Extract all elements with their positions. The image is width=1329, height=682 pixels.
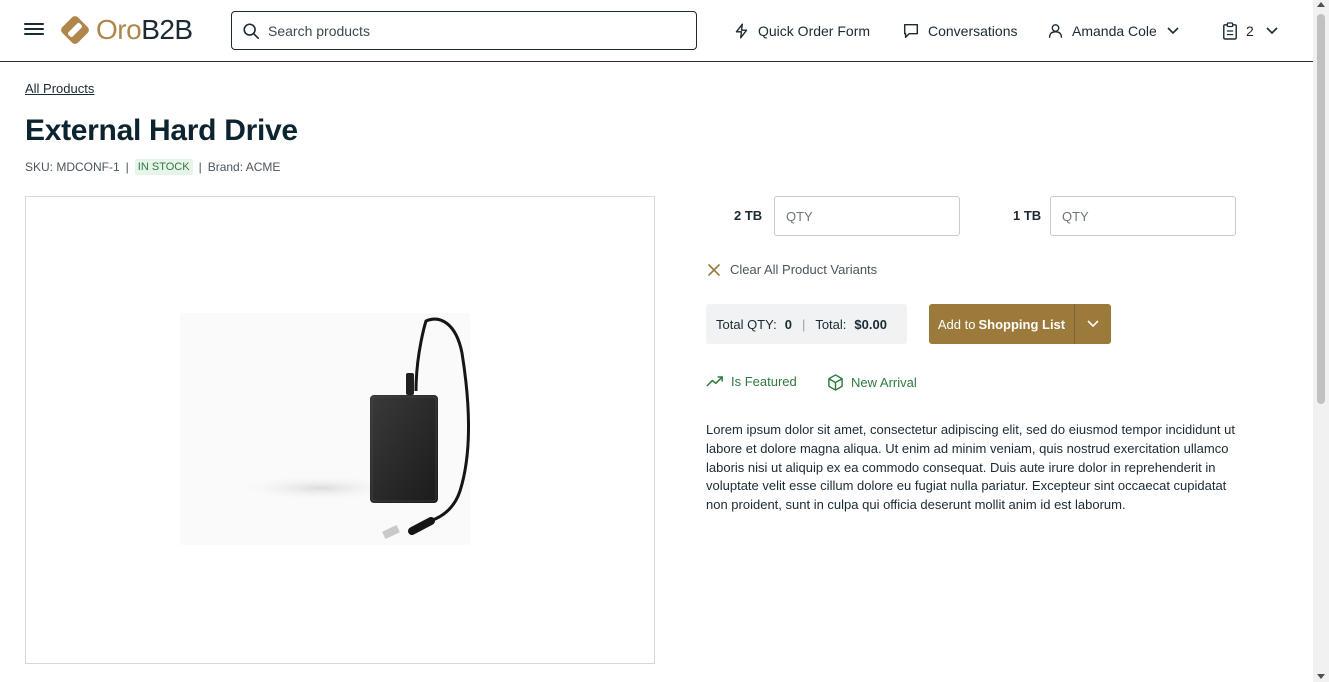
quick-order-link[interactable]: Quick Order Form <box>733 20 870 42</box>
close-icon <box>708 263 720 276</box>
user-name: Amanda Cole <box>1072 23 1157 39</box>
label-new-arrival: New Arrival <box>827 374 917 391</box>
total-value: $0.00 <box>854 316 887 332</box>
page-title: External Hard Drive <box>25 114 298 147</box>
variant-label-1tb: 1 TB <box>1013 208 1042 223</box>
logo-text: OroB2B <box>96 14 193 45</box>
vertical-scrollbar[interactable] <box>1313 0 1329 682</box>
divider: | <box>801 316 806 332</box>
chevron-down-icon <box>1266 27 1278 35</box>
scroll-up-arrow[interactable] <box>1317 2 1325 7</box>
add-to-prefix: Add to <box>937 316 976 332</box>
trending-up-icon <box>706 376 723 387</box>
separator: | <box>125 160 129 174</box>
sku: SKU: MDCONF-1 <box>25 160 120 174</box>
qty-input-2tb[interactable] <box>774 196 960 236</box>
total-qty-value: 0 <box>784 316 792 332</box>
scroll-thumb[interactable] <box>1317 14 1325 404</box>
product-image[interactable] <box>180 313 470 545</box>
add-to-target: Shopping List <box>978 316 1066 332</box>
total-label: Total: <box>815 316 847 332</box>
conversations-link[interactable]: Conversations <box>902 20 1018 42</box>
search-input[interactable] <box>268 22 668 39</box>
scroll-down-arrow[interactable] <box>1317 674 1325 679</box>
separator: | <box>198 160 202 174</box>
add-to-shopping-list-button[interactable]: Add to Shopping List <box>929 304 1074 344</box>
brand: Brand: ACME <box>207 160 281 174</box>
label-is-featured: Is Featured <box>706 374 797 389</box>
product-description: Lorem ipsum dolor sit amet, consectetur … <box>706 422 1235 513</box>
status-badge: In Stock <box>134 159 193 175</box>
variant-label-2tb: 2 TB <box>734 208 763 223</box>
totals-box: Total QTY: 0 | Total: $0.00 <box>706 304 907 344</box>
site-header: OroB2B Quick Order Form Conversations Am… <box>0 0 1313 62</box>
chevron-down-icon <box>1167 27 1179 35</box>
conversations-label: Conversations <box>928 23 1018 39</box>
search-icon[interactable] <box>242 22 260 40</box>
package-icon <box>828 374 843 391</box>
logo[interactable]: OroB2B <box>60 14 193 46</box>
chevron-down-icon <box>1087 320 1099 328</box>
total-qty-label: Total QTY: <box>716 316 777 332</box>
product-gallery[interactable] <box>25 196 655 664</box>
user-icon <box>1048 24 1063 38</box>
shopping-list-widget[interactable]: 2 <box>1222 20 1278 42</box>
logo-mark-icon <box>61 16 89 44</box>
clipboard-icon <box>1223 22 1237 40</box>
shopping-list-dropdown-button[interactable] <box>1074 304 1111 344</box>
product-meta: SKU: MDCONF-1 | In Stock | Brand: ACME <box>25 159 280 175</box>
menu-icon[interactable] <box>24 20 44 40</box>
lightning-icon <box>735 23 748 39</box>
quick-order-label: Quick Order Form <box>758 23 871 39</box>
cart-count: 2 <box>1246 23 1254 39</box>
clear-variants-label: Clear All Product Variants <box>730 262 878 277</box>
search-box <box>231 11 697 50</box>
breadcrumb-all-products[interactable]: All Products <box>25 81 94 96</box>
chat-icon <box>903 23 919 39</box>
label-text: Is Featured <box>731 374 797 389</box>
qty-input-1tb[interactable] <box>1050 196 1236 236</box>
user-menu[interactable]: Amanda Cole <box>1047 20 1179 42</box>
clear-variants-button[interactable]: Clear All Product Variants <box>708 262 877 277</box>
label-text: New Arrival <box>851 375 917 390</box>
